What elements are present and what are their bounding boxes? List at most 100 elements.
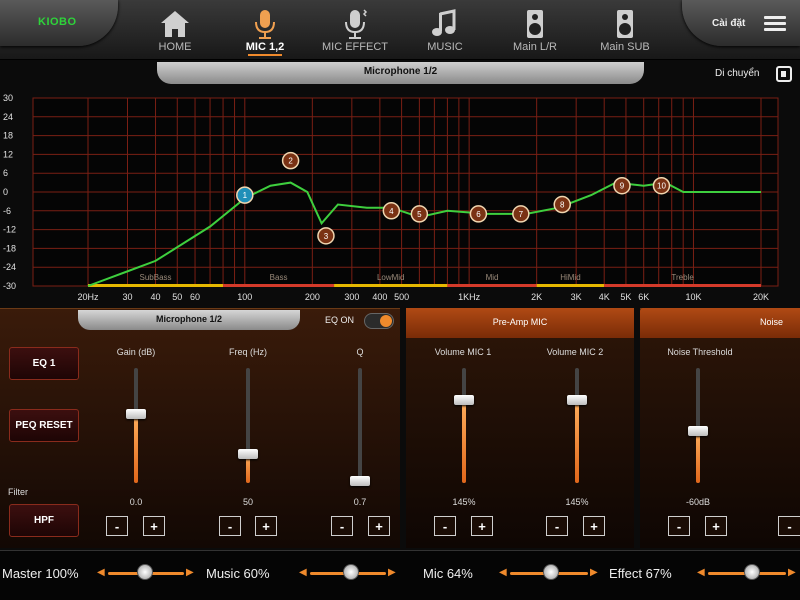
settings-button[interactable]: Cài đặt [682, 0, 800, 46]
nav-home-label: HOME [158, 41, 192, 53]
filter-hpf-button[interactable]: HPF [9, 504, 79, 537]
eq-band-point-label: 3 [324, 232, 329, 241]
gain-slider-fill [134, 414, 138, 483]
volume-mic2-minus-button[interactable]: - [546, 516, 568, 536]
eq-band-point-label: 7 [519, 210, 524, 219]
gain-slider[interactable] [126, 368, 146, 483]
x-tick-label: 5K [620, 292, 631, 302]
top-bar: KIOBO HOME MIC 1,2 MIC EFFECT MUSIC Main… [0, 0, 800, 60]
gain-value: 0.0 [129, 497, 143, 507]
x-tick-label: 400 [372, 292, 387, 302]
nav-music[interactable]: MUSIC [400, 4, 490, 56]
music-increase-icon[interactable]: ▶ [388, 568, 398, 578]
master-decrease-icon[interactable]: ◀ [97, 568, 107, 578]
noise-panel [640, 308, 800, 548]
mic-slider-knob[interactable] [543, 564, 559, 580]
nav-mic-effect[interactable]: MIC EFFECT [310, 4, 400, 56]
mic-increase-icon[interactable]: ▶ [590, 568, 600, 578]
move-toggle-icon[interactable] [776, 66, 792, 82]
y-tick-label: -24 [3, 262, 16, 272]
preamp-panel [406, 308, 634, 548]
x-tick-label: 300 [344, 292, 359, 302]
master-increase-icon[interactable]: ▶ [186, 568, 196, 578]
gain-minus-button[interactable]: - [106, 516, 128, 536]
effect-decrease-icon[interactable]: ◀ [697, 568, 707, 578]
y-tick-label: -18 [3, 243, 16, 253]
freq-slider[interactable] [238, 368, 258, 483]
volume-mic2-plus-button[interactable]: + [583, 516, 605, 536]
nav-mic-effect-label: MIC EFFECT [322, 41, 388, 53]
music-slider-knob[interactable] [343, 564, 359, 580]
peq-reset-button[interactable]: PEQ RESET [9, 409, 79, 442]
mic-effect-icon [345, 9, 368, 39]
band-bar [536, 284, 605, 287]
main-nav: HOME MIC 1,2 MIC EFFECT MUSIC Main L/R M… [130, 4, 670, 56]
x-tick-label: 4K [599, 292, 610, 302]
y-tick-label: 6 [3, 168, 8, 178]
volume-mic1-label: Volume MIC 1 [434, 347, 492, 357]
band-bar [223, 284, 335, 287]
q-value: 0.7 [353, 497, 367, 507]
volume-mic2-fill [575, 400, 579, 483]
q-slider-thumb[interactable] [350, 475, 370, 486]
q-minus-button[interactable]: - [331, 516, 353, 536]
music-note-icon [432, 9, 456, 36]
eq-graph[interactable]: 3024181260-6-12-18-24-3020Hz 30 40 50 60 100 2… [0, 88, 800, 306]
x-tick-label: 60 [190, 292, 200, 302]
y-tick-label: -12 [3, 225, 16, 235]
music-volume-label: Music 60% [206, 566, 270, 581]
nav-main-sub[interactable]: Main SUB [580, 4, 670, 56]
x-tick-label: 1KHz [458, 292, 481, 302]
noise-header: Noise [640, 308, 800, 338]
volume-mic2-slider[interactable] [567, 368, 587, 483]
move-label: Di chuyển [715, 68, 760, 79]
x-tick-label: 50 [172, 292, 182, 302]
noise-threshold-minus-button[interactable]: - [668, 516, 690, 536]
volume-mic1-plus-button[interactable]: + [471, 516, 493, 536]
volume-mic1-minus-button[interactable]: - [434, 516, 456, 536]
effect-increase-icon[interactable]: ▶ [788, 568, 798, 578]
eq-panel-title: Microphone 1/2 [155, 314, 222, 324]
band-bar [604, 284, 761, 287]
nav-music-label: MUSIC [427, 41, 463, 53]
noise-threshold-plus-button[interactable]: + [705, 516, 727, 536]
freq-plus-button[interactable]: + [255, 516, 277, 536]
microphone-icon [255, 10, 275, 39]
volume-mic2-thumb[interactable] [567, 395, 587, 406]
next-panel-button[interactable]: - [778, 516, 800, 536]
volume-mic1-slider[interactable] [454, 368, 474, 483]
volume-mic1-thumb[interactable] [454, 395, 474, 406]
nav-main-lr[interactable]: Main L/R [490, 4, 580, 56]
q-plus-button[interactable]: + [368, 516, 390, 536]
nav-home[interactable]: HOME [130, 4, 220, 56]
noise-threshold-slider[interactable] [688, 368, 708, 483]
mic-decrease-icon[interactable]: ◀ [499, 568, 509, 578]
x-tick-label: 20K [753, 292, 769, 302]
eq-band-point-label: 10 [657, 182, 666, 191]
noise-threshold-value: -60dB [685, 497, 711, 507]
logo: KIOBO [0, 0, 118, 46]
x-tick-label: 30 [122, 292, 132, 302]
gain-plus-button[interactable]: + [143, 516, 165, 536]
nav-mic[interactable]: MIC 1,2 [220, 4, 310, 56]
preamp-header: Pre-Amp MIC [406, 308, 634, 338]
eq-panel-tab: Microphone 1/2 [78, 310, 300, 330]
x-tick-label: 100 [237, 292, 252, 302]
noise-threshold-thumb[interactable] [688, 426, 708, 437]
q-slider[interactable] [350, 368, 370, 486]
volume-mic1-value: 145% [452, 497, 476, 507]
band-bar [447, 284, 537, 287]
freq-slider-thumb[interactable] [238, 449, 258, 460]
eq-band-point-label: 5 [417, 210, 422, 219]
x-tick-label: 10K [685, 292, 701, 302]
eq-on-toggle[interactable] [364, 313, 394, 329]
y-tick-label: 12 [3, 149, 13, 159]
music-decrease-icon[interactable]: ◀ [299, 568, 309, 578]
gain-slider-thumb[interactable] [126, 409, 146, 419]
effect-slider-knob[interactable] [744, 564, 760, 580]
freq-minus-button[interactable]: - [219, 516, 241, 536]
eq-select-button[interactable]: EQ 1 [9, 347, 79, 380]
master-slider-knob[interactable] [137, 564, 153, 580]
nav-main-sub-label: Main SUB [600, 41, 650, 53]
menu-icon [764, 16, 786, 32]
